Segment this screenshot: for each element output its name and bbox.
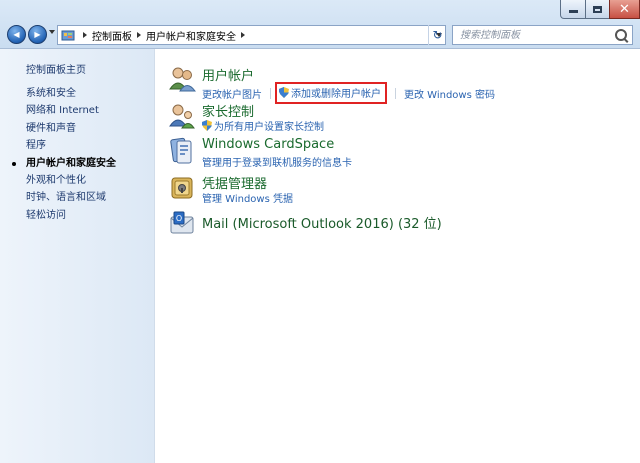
cardspace-links: 管理用于登录到联机服务的信息卡 bbox=[202, 154, 352, 169]
setup-parental-controls-link[interactable]: 为所有用户设置家长控制 bbox=[214, 118, 324, 133]
parental-controls-icon[interactable] bbox=[168, 101, 196, 129]
chevron-right-icon[interactable] bbox=[241, 32, 245, 38]
parental-controls-links: 为所有用户设置家长控制 bbox=[202, 118, 324, 133]
chevron-right-icon[interactable] bbox=[83, 32, 87, 38]
add-remove-accounts-highlight: 添加或删除用户帐户 bbox=[275, 82, 387, 104]
cardspace-title[interactable]: Windows CardSpace bbox=[202, 137, 334, 152]
change-password-link[interactable]: 更改 Windows 密码 bbox=[404, 86, 495, 101]
add-remove-accounts-link[interactable]: 添加或删除用户帐户 bbox=[291, 85, 381, 100]
mail-title[interactable]: Mail (Microsoft Outlook 2016) (32 位) bbox=[202, 213, 442, 232]
maximize-button[interactable] bbox=[585, 0, 610, 19]
sidebar-list: 系统和安全 网络和 Internet 硬件和声音 程序 用户帐户和家庭安全 外观… bbox=[12, 85, 116, 224]
sidebar-item-clock-language[interactable]: 时钟、语言和区域 bbox=[26, 189, 116, 206]
link-divider bbox=[270, 87, 271, 99]
credential-manager-links: 管理 Windows 凭据 bbox=[202, 190, 293, 205]
content-panel: 控制面板主页 系统和安全 网络和 Internet 硬件和声音 程序 用户帐户和… bbox=[0, 48, 640, 463]
credential-vault-icon[interactable] bbox=[168, 173, 196, 201]
sidebar-item-appearance[interactable]: 外观和个性化 bbox=[26, 172, 116, 189]
sidebar-item-user-accounts: 用户帐户和家庭安全 bbox=[12, 155, 116, 172]
control-panel-window: ✕ ◀ ▶ 控制面板 用户帐户和家庭安全 ↻ 控制面板主页 系统和安全 bbox=[0, 0, 640, 463]
maximize-icon bbox=[593, 5, 602, 13]
back-button[interactable]: ◀ bbox=[7, 25, 26, 44]
cardspace-icon[interactable] bbox=[168, 137, 196, 165]
sidebar: 控制面板主页 系统和安全 网络和 Internet 硬件和声音 程序 用户帐户和… bbox=[0, 49, 155, 463]
close-icon: ✕ bbox=[619, 1, 630, 17]
sidebar-item-network[interactable]: 网络和 Internet bbox=[26, 102, 116, 119]
sidebar-item-hardware-sound[interactable]: 硬件和声音 bbox=[26, 120, 116, 137]
sidebar-item-ease-of-access[interactable]: 轻松访问 bbox=[26, 207, 116, 224]
minimize-icon bbox=[568, 10, 578, 13]
back-arrow-icon: ◀ bbox=[13, 30, 20, 39]
sidebar-item-programs[interactable]: 程序 bbox=[26, 137, 116, 154]
current-item-bullet-icon bbox=[12, 161, 16, 166]
breadcrumb-user-accounts[interactable]: 用户帐户和家庭安全 bbox=[146, 28, 236, 43]
forward-arrow-icon: ▶ bbox=[34, 30, 41, 39]
svg-text:O: O bbox=[176, 214, 182, 223]
uac-shield-icon bbox=[279, 87, 289, 98]
search-input[interactable] bbox=[458, 28, 612, 42]
users-icon[interactable] bbox=[168, 65, 196, 93]
search-box[interactable] bbox=[452, 25, 633, 45]
refresh-button[interactable]: ↻ bbox=[428, 25, 446, 45]
mail-icon[interactable]: O bbox=[168, 209, 196, 237]
recent-pages-dropdown[interactable] bbox=[49, 30, 55, 34]
chevron-right-icon[interactable] bbox=[137, 32, 141, 38]
sidebar-item-system-security[interactable]: 系统和安全 bbox=[26, 85, 116, 102]
close-button[interactable]: ✕ bbox=[609, 0, 640, 19]
address-bar[interactable]: 控制面板 用户帐户和家庭安全 bbox=[57, 25, 446, 45]
refresh-icon: ↻ bbox=[432, 28, 443, 42]
control-panel-icon bbox=[61, 30, 75, 41]
link-divider bbox=[395, 87, 396, 99]
uac-shield-icon bbox=[202, 120, 212, 131]
search-icon[interactable] bbox=[615, 29, 627, 41]
change-picture-link[interactable]: 更改帐户图片 bbox=[202, 86, 262, 101]
manage-info-cards-link[interactable]: 管理用于登录到联机服务的信息卡 bbox=[202, 154, 352, 169]
minimize-button[interactable] bbox=[560, 0, 586, 19]
sidebar-home-link[interactable]: 控制面板主页 bbox=[26, 61, 86, 76]
breadcrumb-control-panel[interactable]: 控制面板 bbox=[92, 28, 132, 43]
manage-credentials-link[interactable]: 管理 Windows 凭据 bbox=[202, 190, 293, 205]
forward-button[interactable]: ▶ bbox=[28, 25, 47, 44]
